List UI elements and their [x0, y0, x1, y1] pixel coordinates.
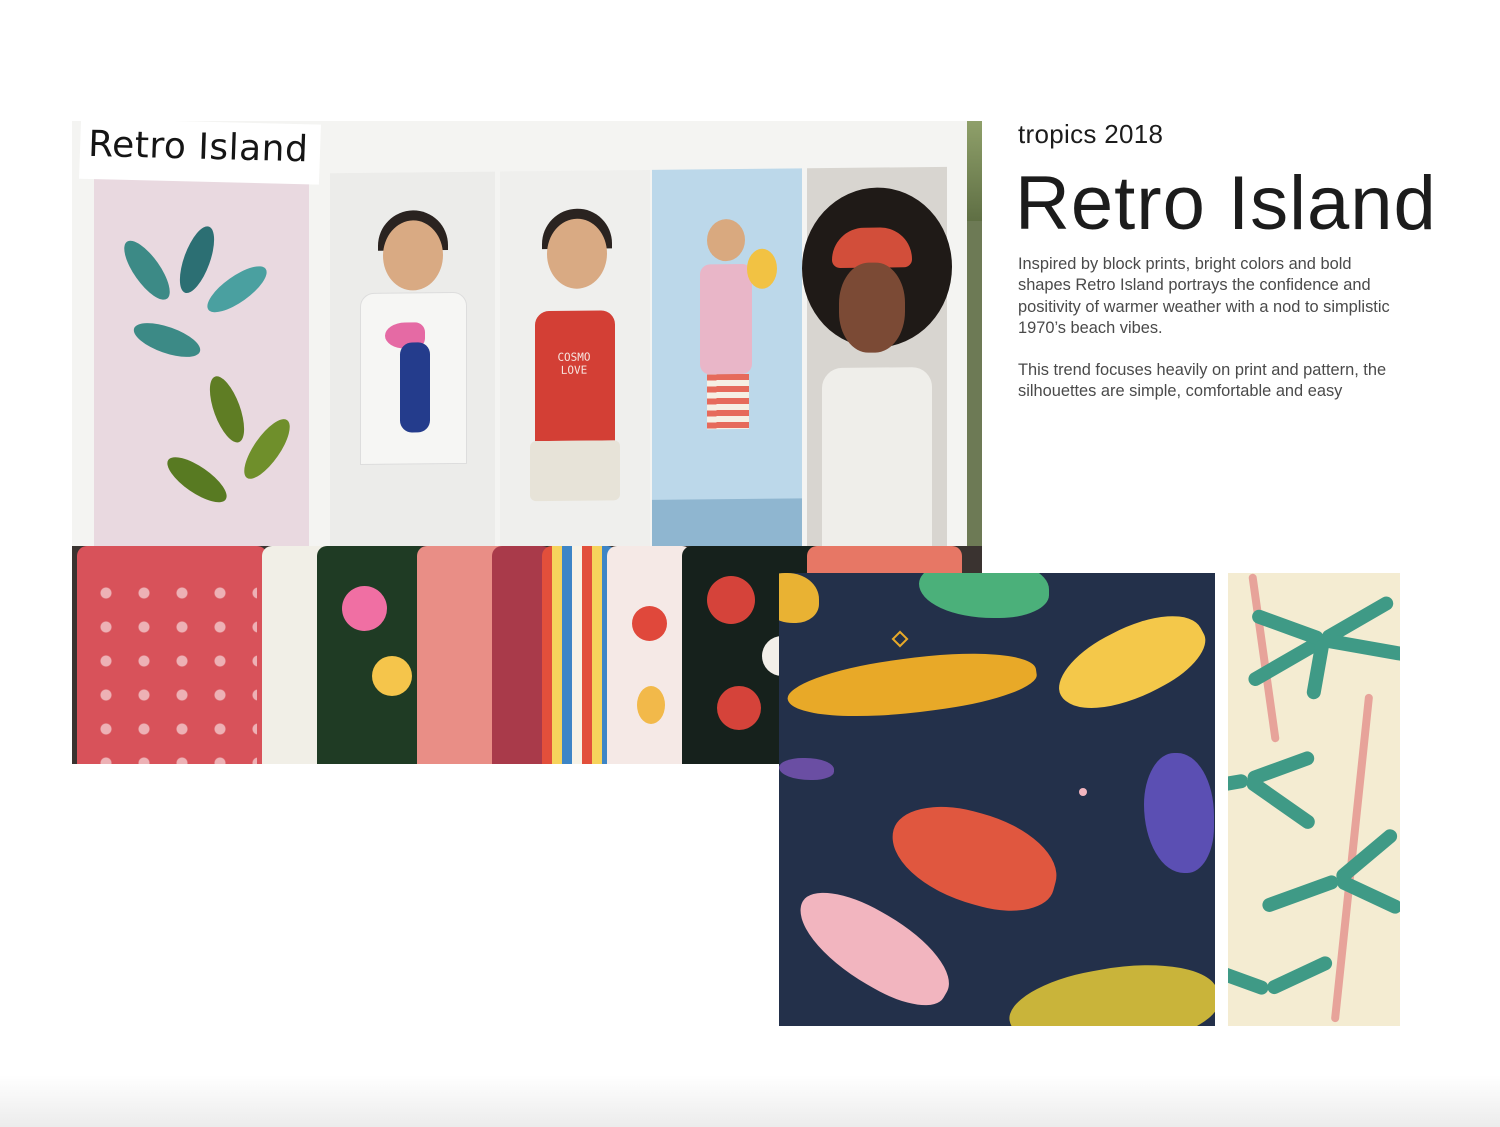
description-paragraph-1: Inspired by block prints, bright colors …	[1018, 255, 1390, 337]
poster-toucan-kid	[330, 171, 495, 564]
section-eyebrow: tropics 2018	[1018, 119, 1164, 149]
striped-top	[542, 546, 617, 764]
poster-leaf-print	[94, 173, 309, 566]
description-paragraph-2: This trend focuses heavily on print and …	[1018, 361, 1387, 401]
leopard-pattern-swatch	[779, 573, 1215, 1026]
poster-shirt-text: COSMO LOVE	[557, 350, 591, 377]
poster-swimsuit-kid: COSMO LOVE	[500, 169, 650, 562]
page-title: Retro Island	[1015, 161, 1437, 246]
description-text: Inspired by block prints, bright colors …	[1018, 254, 1398, 424]
poster-pineapple-kid	[652, 168, 802, 560]
board-label: Retro Island	[79, 121, 321, 185]
palm-pattern-swatch	[1228, 573, 1400, 1026]
fruit-print-top	[607, 546, 692, 764]
floral-shirt	[317, 546, 427, 764]
display-board: COSMO LOVE Retro Island	[72, 121, 967, 571]
sunglasses-print-skirt	[77, 546, 267, 764]
page-bottom-edge	[0, 1075, 1500, 1127]
poster-headwrap-kid	[802, 166, 952, 559]
